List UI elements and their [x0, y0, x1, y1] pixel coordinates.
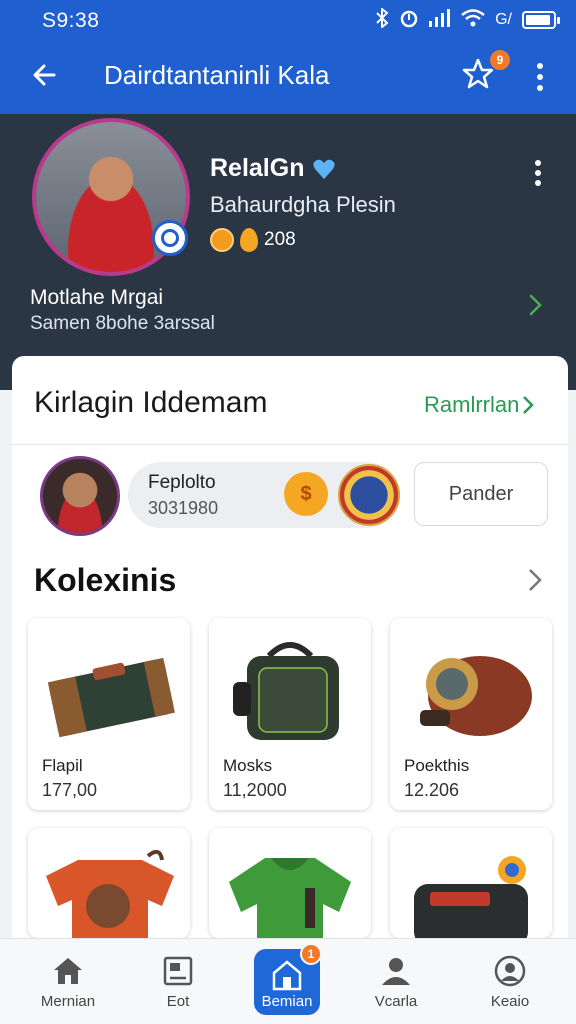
nav-label: Keaio — [490, 993, 530, 1010]
status-bar: S9:38 G/ — [0, 0, 576, 40]
app-bar: Dairdtantaninli Kala 9 — [0, 40, 576, 114]
section-title-kirlagin: Kirlagin Iddemam — [34, 386, 268, 419]
collection-item[interactable] — [390, 828, 552, 938]
dollar-coin-icon: $ — [284, 472, 328, 516]
chat-icon — [492, 953, 528, 989]
alarm-icon — [399, 8, 419, 33]
nav-item-eot[interactable]: Eot — [128, 939, 228, 1024]
kirlagin-link[interactable]: Ramlrrlan — [424, 392, 535, 418]
bottom-nav: Mernian Eot Bemian 1 Vcarla Keaio — [0, 938, 576, 1024]
image-icon — [160, 953, 196, 989]
back-arrow-icon[interactable] — [28, 58, 62, 92]
content-card: Kirlagin Iddemam Ramlrrlan Feplolto 3031… — [12, 356, 568, 946]
wallet-icon — [38, 626, 180, 746]
flame-icon — [240, 228, 258, 252]
profile-header: RelalGn Bahaurdgha Plesin 208 Motlahe Mr… — [0, 114, 576, 390]
jersey-bag-icon — [38, 836, 180, 938]
nav-label: Eot — [166, 993, 190, 1010]
more-vert-icon[interactable] — [530, 60, 550, 94]
section-title-koleksi: Kolexinis — [34, 562, 177, 598]
nav-label: Vcarla — [374, 993, 418, 1010]
bluetooth-icon — [375, 6, 389, 33]
item-price: 177,00 — [42, 780, 98, 800]
item-name: Mosks — [223, 756, 273, 775]
shop-icon — [269, 957, 305, 993]
player-pill[interactable]: Feplolto 3031980 $ — [128, 462, 400, 528]
collection-item[interactable]: Poekthis 12.206 — [390, 618, 552, 810]
heart-icon — [312, 158, 336, 180]
item-price: 11,2000 — [223, 780, 287, 800]
chevron-right-icon[interactable] — [524, 292, 546, 318]
wifi-icon — [461, 8, 485, 32]
profile-name-row: RelalGn — [210, 154, 336, 183]
shirt-icon — [219, 836, 361, 938]
divider — [12, 444, 568, 445]
bag-icon — [219, 626, 361, 746]
nav-label: Mernian — [40, 993, 96, 1010]
collection-item[interactable]: Flapil 177,00 — [28, 618, 190, 810]
pouch-icon — [400, 626, 542, 746]
home-icon — [50, 953, 86, 989]
item-name: Poekthis — [404, 756, 470, 775]
pander-button[interactable]: Pander — [414, 462, 548, 526]
verified-badge-icon — [152, 220, 188, 256]
user-icon — [378, 953, 414, 989]
profile-more-icon[interactable] — [528, 158, 548, 188]
coin-icon — [210, 228, 234, 252]
kirlagin-link-label: Ramlrrlan — [424, 392, 520, 417]
nav-badge: 1 — [300, 943, 322, 965]
player-avatar[interactable] — [40, 456, 120, 536]
player-name: Feplolto — [148, 472, 216, 493]
profile-name: RelalGn — [210, 154, 305, 182]
item-price: 12.206 — [404, 780, 460, 800]
collection-item[interactable] — [28, 828, 190, 938]
app-title: Dairdtantaninli Kala — [104, 60, 330, 90]
nav-item-mernian[interactable]: Mernian — [18, 939, 118, 1024]
battery-icon — [522, 11, 560, 29]
nav-label: Bemian — [261, 993, 313, 1010]
backpack-icon — [400, 836, 542, 938]
signal-label: G/ — [495, 11, 512, 28]
collection-item[interactable]: Mosks 11,2000 — [209, 618, 371, 810]
status-time: S9:38 — [42, 9, 100, 32]
collection-item[interactable] — [209, 828, 371, 938]
profile-subtitle: Bahaurdgha Plesin — [210, 192, 396, 217]
profile-stats-value: 208 — [264, 229, 296, 250]
chevron-right-icon — [523, 396, 535, 414]
status-icons: G/ — [375, 6, 560, 34]
profile-stats: 208 — [210, 228, 296, 252]
chevron-right-icon[interactable] — [524, 566, 546, 594]
star-badge: 9 — [488, 48, 512, 72]
player-number: 3031980 — [148, 498, 219, 518]
nav-item-keaio[interactable]: Keaio — [460, 939, 560, 1024]
item-name: Flapil — [42, 756, 83, 775]
nav-item-vcarla[interactable]: Vcarla — [346, 939, 446, 1024]
profile-location-sub: Samen 8bohe 3arssal — [30, 313, 215, 334]
signal-icon — [429, 8, 451, 32]
club-emblem-icon — [338, 464, 400, 526]
profile-location-title[interactable]: Motlahe Mrgai — [30, 286, 163, 310]
